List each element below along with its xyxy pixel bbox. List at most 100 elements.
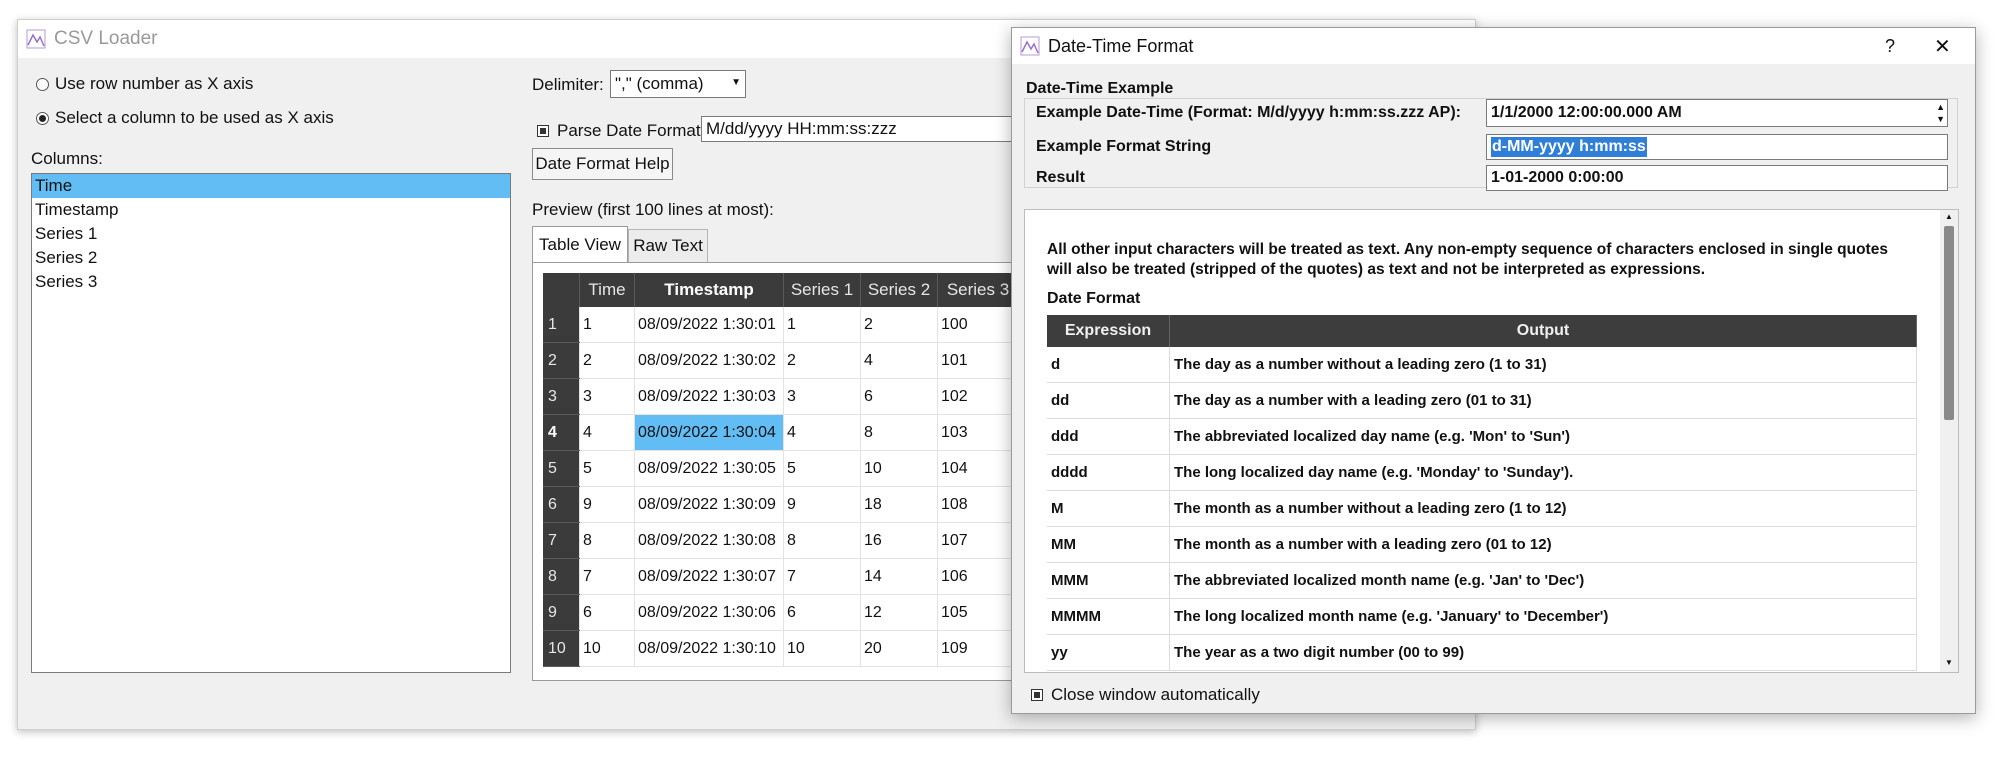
table-cell[interactable]: 12 [860, 594, 938, 631]
row-header[interactable]: 10 [543, 630, 580, 667]
table-cell[interactable]: 18 [860, 486, 938, 523]
row-header[interactable]: 4 [543, 414, 580, 451]
help-button[interactable]: ? [1885, 36, 1895, 57]
dialog-titlebar[interactable]: Date-Time Format ? ✕ [1012, 28, 1975, 64]
table-cell[interactable]: 1 [579, 307, 635, 343]
table-cell[interactable]: 1 [783, 307, 861, 343]
table-cell[interactable]: 10 [579, 630, 635, 667]
table-row[interactable]: 8 7 08/09/2022 1:30:07 7 14 106 [543, 558, 1019, 595]
table-cell[interactable]: 8 [783, 522, 861, 559]
date-format-help-button[interactable]: Date Format Help [532, 148, 673, 180]
table-cell[interactable]: 7 [783, 558, 861, 595]
list-item[interactable]: Series 1 [32, 222, 510, 246]
radio-use-row-number[interactable]: Use row number as X axis [36, 74, 253, 94]
column-header[interactable]: Time [579, 273, 635, 307]
table-cell[interactable]: 08/09/2022 1:30:02 [634, 342, 784, 379]
row-header[interactable]: 3 [543, 378, 580, 415]
help-scroll-area[interactable]: All other input characters will be treat… [1024, 209, 1959, 673]
table-cell[interactable]: 08/09/2022 1:30:10 [634, 630, 784, 667]
row-header[interactable]: 7 [543, 522, 580, 559]
table-cell[interactable]: 3 [579, 378, 635, 415]
table-cell[interactable]: 105 [937, 594, 1019, 631]
row-header[interactable]: 9 [543, 594, 580, 631]
table-row[interactable]: 6 9 08/09/2022 1:30:09 9 18 108 [543, 486, 1019, 523]
table-row[interactable]: 4 4 08/09/2022 1:30:04 4 8 103 [543, 414, 1019, 451]
list-item[interactable]: Series 3 [32, 270, 510, 294]
delimiter-select[interactable]: "," (comma) ▼ [610, 70, 746, 98]
table-cell[interactable]: 08/09/2022 1:30:03 [634, 378, 784, 415]
table-cell[interactable]: 6 [783, 594, 861, 631]
table-cell[interactable]: 10 [783, 630, 861, 667]
dropdown-arrow-icon[interactable]: ▼ [731, 77, 741, 88]
table-cell[interactable]: 2 [860, 307, 938, 343]
table-cell[interactable]: 2 [783, 342, 861, 379]
table-row[interactable]: 3 3 08/09/2022 1:30:03 3 6 102 [543, 378, 1019, 415]
columns-list[interactable]: Time Timestamp Series 1 Series 2 Series … [31, 173, 511, 673]
row-header[interactable]: 1 [543, 307, 580, 343]
table-cell[interactable]: 108 [937, 486, 1019, 523]
table-cell[interactable]: 107 [937, 522, 1019, 559]
radio-circle[interactable] [36, 111, 49, 125]
table-cell[interactable]: 08/09/2022 1:30:06 [634, 594, 784, 631]
table-cell[interactable]: 08/09/2022 1:30:09 [634, 486, 784, 523]
row-header[interactable]: 6 [543, 486, 580, 523]
table-cell[interactable]: 6 [860, 378, 938, 415]
table-cell[interactable]: 8 [860, 414, 938, 451]
table-cell[interactable]: 104 [937, 450, 1019, 487]
table-cell[interactable]: 2 [579, 342, 635, 379]
table-cell[interactable]: 10 [860, 450, 938, 487]
table-corner[interactable] [543, 273, 580, 307]
table-cell[interactable]: 08/09/2022 1:30:05 [634, 450, 784, 487]
table-cell[interactable]: 8 [579, 522, 635, 559]
table-cell[interactable]: 4 [579, 414, 635, 451]
list-item[interactable]: Series 2 [32, 246, 510, 270]
spin-up-icon[interactable]: ▲ [1936, 101, 1945, 113]
table-row[interactable]: 7 8 08/09/2022 1:30:08 8 16 107 [543, 522, 1019, 559]
example-datetime-spinbox[interactable]: 1/1/2000 12:00:00.000 AM ▲ ▼ [1486, 99, 1948, 127]
tab-raw-text[interactable]: Raw Text [628, 229, 708, 262]
table-cell[interactable]: 102 [937, 378, 1019, 415]
vertical-scrollbar[interactable]: ▲ ▼ [1940, 210, 1958, 672]
table-cell[interactable]: 3 [783, 378, 861, 415]
table-cell[interactable]: 100 [937, 307, 1019, 343]
row-header[interactable]: 5 [543, 450, 580, 487]
table-cell[interactable]: 08/09/2022 1:30:07 [634, 558, 784, 595]
table-cell[interactable]: 106 [937, 558, 1019, 595]
radio-select-column[interactable]: Select a column to be used as X axis [36, 108, 334, 128]
table-row[interactable]: 2 2 08/09/2022 1:30:02 2 4 101 [543, 342, 1019, 379]
date-format-input[interactable]: M/dd/yyyy HH:mm:ss:zzz [701, 116, 1031, 142]
table-cell[interactable]: 14 [860, 558, 938, 595]
preview-table-wrap[interactable]: Time Timestamp Series 1 Series 2 Series … [543, 273, 1031, 673]
table-row[interactable]: 1 1 08/09/2022 1:30:01 1 2 100 [543, 307, 1019, 343]
table-cell[interactable]: 4 [860, 342, 938, 379]
scroll-up-icon[interactable]: ▲ [1945, 212, 1953, 221]
table-cell[interactable]: 08/09/2022 1:30:08 [634, 522, 784, 559]
parse-date-checkbox[interactable]: Parse Date Format [537, 121, 701, 141]
table-cell[interactable]: 103 [937, 414, 1019, 451]
list-item[interactable]: Time [32, 174, 510, 198]
example-format-input[interactable]: d-MM-yyyy h:mm:ss [1486, 134, 1948, 160]
column-header[interactable]: Series 1 [783, 273, 861, 307]
close-auto-checkbox[interactable]: Close window automatically [1031, 685, 1260, 705]
table-row[interactable]: 9 6 08/09/2022 1:30:06 6 12 105 [543, 594, 1019, 631]
close-icon[interactable]: ✕ [1934, 34, 1951, 59]
table-cell[interactable]: 4 [783, 414, 861, 451]
table-cell[interactable]: 5 [579, 450, 635, 487]
spin-down-icon[interactable]: ▼ [1936, 113, 1945, 125]
table-cell[interactable]: 6 [579, 594, 635, 631]
table-cell[interactable]: 08/09/2022 1:30:04 [634, 414, 784, 451]
column-header[interactable]: Series 3 [937, 273, 1019, 307]
checkbox[interactable] [1031, 689, 1043, 701]
table-cell[interactable]: 9 [783, 486, 861, 523]
column-header[interactable]: Timestamp [634, 273, 784, 307]
table-cell[interactable]: 9 [579, 486, 635, 523]
table-cell[interactable]: 5 [783, 450, 861, 487]
table-cell[interactable]: 16 [860, 522, 938, 559]
table-row[interactable]: 10 10 08/09/2022 1:30:10 10 20 109 [543, 630, 1019, 667]
column-header[interactable]: Series 2 [860, 273, 938, 307]
table-cell[interactable]: 101 [937, 342, 1019, 379]
row-header[interactable]: 8 [543, 558, 580, 595]
radio-circle[interactable] [36, 77, 49, 91]
table-cell[interactable]: 08/09/2022 1:30:01 [634, 307, 784, 343]
table-cell[interactable]: 109 [937, 630, 1019, 667]
